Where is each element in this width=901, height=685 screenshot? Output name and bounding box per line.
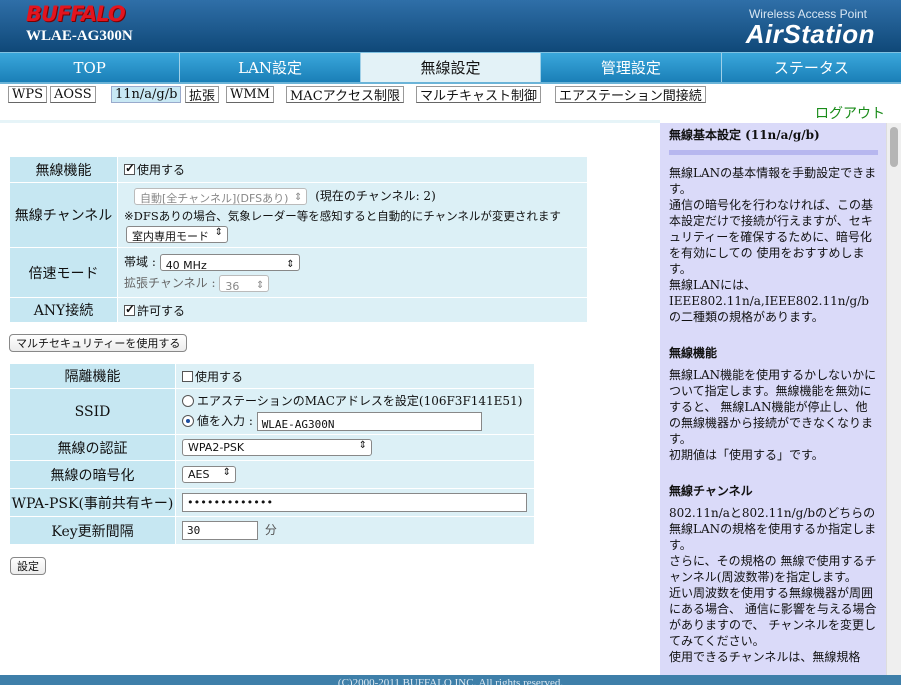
any-connect-label: ANY接続	[9, 297, 118, 323]
ssid-cell: エアステーションのMACアドレスを設定(106F3F141E51) 値を入力 :…	[175, 388, 535, 435]
key-interval-label: Key更新間隔	[9, 516, 176, 545]
wireless-function-checkbox[interactable]	[124, 161, 135, 175]
help-panel: 無線基本設定 (11n/a/g/b) 無線LANの基本情報を手動設定できます。 …	[660, 123, 886, 675]
key-interval-input[interactable]: 30	[182, 521, 258, 540]
band-label: 帯域 :	[124, 255, 156, 269]
subtab-aoss[interactable]: AOSS	[50, 86, 96, 103]
subtab-multicast[interactable]: マルチキャスト制御	[416, 86, 542, 104]
multi-security-button[interactable]: マルチセキュリティーを使用する	[9, 334, 188, 352]
help-title-bar	[669, 150, 878, 155]
tab-admin-settings[interactable]: 管理設定	[541, 53, 722, 82]
model-name: WLAE-AG300N	[26, 28, 133, 44]
tab-top[interactable]: TOP	[0, 53, 181, 82]
header-bar: BUFFALO WLAE-AG300N Wireless Access Poin…	[0, 0, 901, 52]
encryption-select[interactable]: AES	[182, 466, 236, 483]
ssid-input-option-label: 値を入力 :	[197, 413, 253, 428]
isolation-checkbox-label: 使用する	[195, 369, 244, 384]
key-interval-cell: 30 分	[175, 516, 535, 545]
submit-button[interactable]: 設定	[10, 557, 46, 575]
encryption-cell: AES	[175, 460, 535, 489]
key-interval-unit: 分	[264, 523, 277, 537]
wireless-function-label: 無線機能	[9, 156, 118, 183]
dfs-note: ※DFSありの場合、気象レーダー等を感知すると自動的にチャンネルが変更されます	[124, 209, 561, 223]
subtab-wmm[interactable]: WMM	[226, 86, 274, 103]
channel-cell: 自動[全チャンネル](DFSあり) (現在のチャンネル: 2) ※DFSありの場…	[117, 182, 588, 248]
security-settings-table: 隔離機能 使用する SSID エアステーションのMACアドレスを設定(106F3…	[9, 363, 535, 545]
main-nav: TOP LAN設定 無線設定 管理設定 ステータス	[0, 52, 901, 84]
auth-label: 無線の認証	[9, 434, 176, 461]
logout-link[interactable]: ログアウト	[815, 103, 885, 123]
current-channel-text: (現在のチャンネル: 2)	[315, 189, 436, 203]
tab-lan-settings[interactable]: LAN設定	[180, 53, 361, 82]
auth-cell: WPA2-PSK	[175, 434, 535, 461]
subtab-mac-access[interactable]: MACアクセス制限	[286, 86, 404, 104]
tab-status[interactable]: ステータス	[721, 53, 901, 82]
wireless-function-checkbox-label: 使用する	[137, 163, 186, 177]
help-section-wireless-function-title: 無線機能	[669, 346, 718, 360]
airstation-logo: AirStation	[745, 19, 875, 49]
ssid-input-radio[interactable]	[182, 414, 194, 427]
buffalo-logo: BUFFALO	[26, 2, 126, 26]
isolation-label: 隔離機能	[9, 363, 176, 389]
ext-channel-label: 拡張チャンネル :	[124, 276, 216, 290]
footer-copyright: (C)2000-2011 BUFFALO INC. All rights res…	[0, 675, 901, 685]
subtab-wps[interactable]: WPS	[8, 86, 48, 103]
subtab-11nagb[interactable]: 11n/a/g/b	[111, 86, 182, 103]
psk-input[interactable]: •••••••••••••	[182, 493, 527, 512]
speed-mode-cell: 帯域 : 40 MHz 拡張チャンネル : 36	[117, 247, 588, 298]
help-section-channel-body: 802.11n/aと802.11n/g/bのどちらの無線LANの規格を使用するか…	[669, 506, 877, 664]
channel-label: 無線チャンネル	[9, 182, 118, 248]
help-title: 無線基本設定 (11n/a/g/b)	[669, 128, 820, 142]
wireless-function-cell: 使用する	[117, 156, 588, 183]
speed-mode-label: 倍速モード	[9, 247, 118, 298]
ssid-mac-radio[interactable]	[182, 394, 194, 407]
scrollbar-thumb[interactable]	[890, 127, 898, 167]
subtab-extended[interactable]: 拡張	[185, 86, 220, 104]
tab-wireless-settings[interactable]: 無線設定	[360, 53, 542, 82]
help-section-wireless-function-body: 無線LAN機能を使用するかしないかについて指定します。無線機能を無効にすると、 …	[669, 368, 877, 462]
help-intro: 無線LANの基本情報を手動設定できます。 通信の暗号化を行わなければ、この基本設…	[669, 166, 877, 324]
band-select[interactable]: 40 MHz	[159, 254, 300, 275]
basic-settings-table: 無線機能 使用する 無線チャンネル 自動[全チャンネル](DFSあり) (現在の…	[9, 156, 588, 323]
help-section-channel-title: 無線チャンネル	[669, 484, 753, 498]
ssid-mac-option-label: エアステーションのMACアドレスを設定(106F3F141E51)	[197, 393, 523, 408]
any-connect-checkbox-label: 許可する	[137, 303, 186, 318]
encryption-label: 無線の暗号化	[9, 460, 176, 489]
psk-label: WPA-PSK(事前共有キー)	[9, 488, 176, 517]
ssid-label: SSID	[9, 388, 176, 435]
indoor-mode-select[interactable]: 室内専用モード	[126, 226, 228, 243]
ext-channel-select[interactable]: 36	[219, 275, 270, 296]
subtab-inter-station[interactable]: エアステーション間接続	[555, 86, 706, 104]
isolation-checkbox[interactable]	[182, 370, 193, 382]
psk-cell: •••••••••••••	[175, 488, 535, 517]
ssid-input[interactable]: WLAE-AG300N	[256, 411, 482, 431]
help-scrollbar[interactable]	[886, 123, 901, 675]
any-connect-checkbox[interactable]	[124, 302, 135, 316]
any-connect-cell: 許可する	[117, 297, 588, 323]
sub-nav: WPS AOSS 11n/a/g/b 拡張 WMM MACアクセス制限 マルチキ…	[0, 86, 901, 104]
divider	[0, 120, 660, 123]
channel-select[interactable]: 自動[全チャンネル](DFSあり)	[134, 188, 308, 207]
auth-select[interactable]: WPA2-PSK	[182, 439, 372, 456]
isolation-cell: 使用する	[175, 363, 535, 389]
